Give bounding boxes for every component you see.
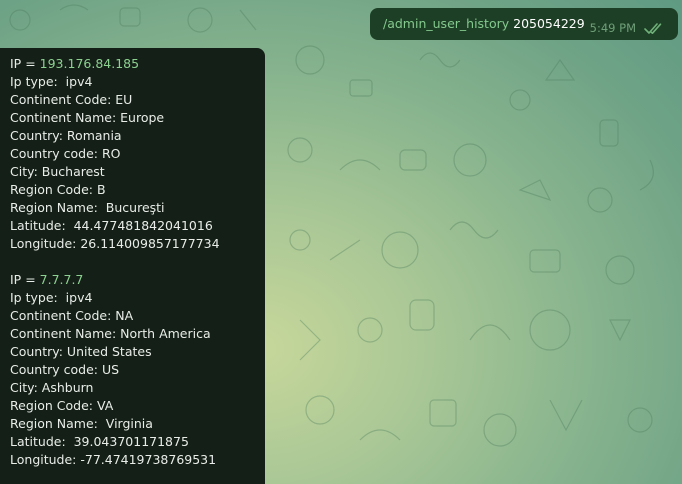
region-name: Region Name: Bucureşti bbox=[10, 200, 165, 215]
country-code: Country code: RO bbox=[10, 146, 121, 161]
command-argument: 205054229 bbox=[509, 16, 585, 31]
ip-address-link[interactable]: 193.176.84.185 bbox=[40, 56, 139, 71]
ip-line: IP = 7.7.7.7 bbox=[10, 271, 265, 289]
ip-record: IP = 193.176.84.185 Ip type: ipv4 Contin… bbox=[10, 55, 265, 253]
ip-type: Ip type: ipv4 bbox=[10, 74, 93, 89]
incoming-message-bubble[interactable]: IP = 193.176.84.185 Ip type: ipv4 Contin… bbox=[0, 48, 265, 484]
region-code: Region Code: VA bbox=[10, 398, 114, 413]
ip-label: IP = bbox=[10, 56, 40, 71]
ip-record: IP = 7.7.7.7 Ip type: ipv4 Continent Cod… bbox=[10, 271, 265, 469]
outgoing-message-bubble[interactable]: /admin_user_history 205054229 5:49 PM bbox=[370, 8, 678, 40]
region-code: Region Code: B bbox=[10, 182, 106, 197]
continent-code: Continent Code: NA bbox=[10, 308, 134, 323]
longitude: Longitude: 26.114009857177734 bbox=[10, 236, 220, 251]
continent-name: Continent Name: Europe bbox=[10, 110, 165, 125]
country: Country: United States bbox=[10, 344, 152, 359]
ip-line: IP = 193.176.84.185 bbox=[10, 55, 265, 73]
country: Country: Romania bbox=[10, 128, 122, 143]
command-link[interactable]: /admin_user_history bbox=[383, 16, 509, 31]
country-code: Country code: US bbox=[10, 362, 120, 377]
latitude: Latitude: 39.043701171875 bbox=[10, 434, 189, 449]
latitude: Latitude: 44.477481842041016 bbox=[10, 218, 213, 233]
ip-address-link[interactable]: 7.7.7.7 bbox=[40, 272, 84, 287]
ip-label: IP = bbox=[10, 272, 40, 287]
ip-type: Ip type: ipv4 bbox=[10, 290, 93, 305]
region-name: Region Name: Virginia bbox=[10, 416, 153, 431]
double-check-icon bbox=[644, 22, 662, 34]
message-time: 5:49 PM bbox=[589, 21, 636, 35]
city: City: Ashburn bbox=[10, 380, 94, 395]
message-meta: 5:49 PM bbox=[590, 21, 664, 36]
continent-code: Continent Code: EU bbox=[10, 92, 133, 107]
city: City: Bucharest bbox=[10, 164, 105, 179]
longitude: Longitude: -77.47419738769531 bbox=[10, 452, 217, 467]
continent-name: Continent Name: North America bbox=[10, 326, 211, 341]
